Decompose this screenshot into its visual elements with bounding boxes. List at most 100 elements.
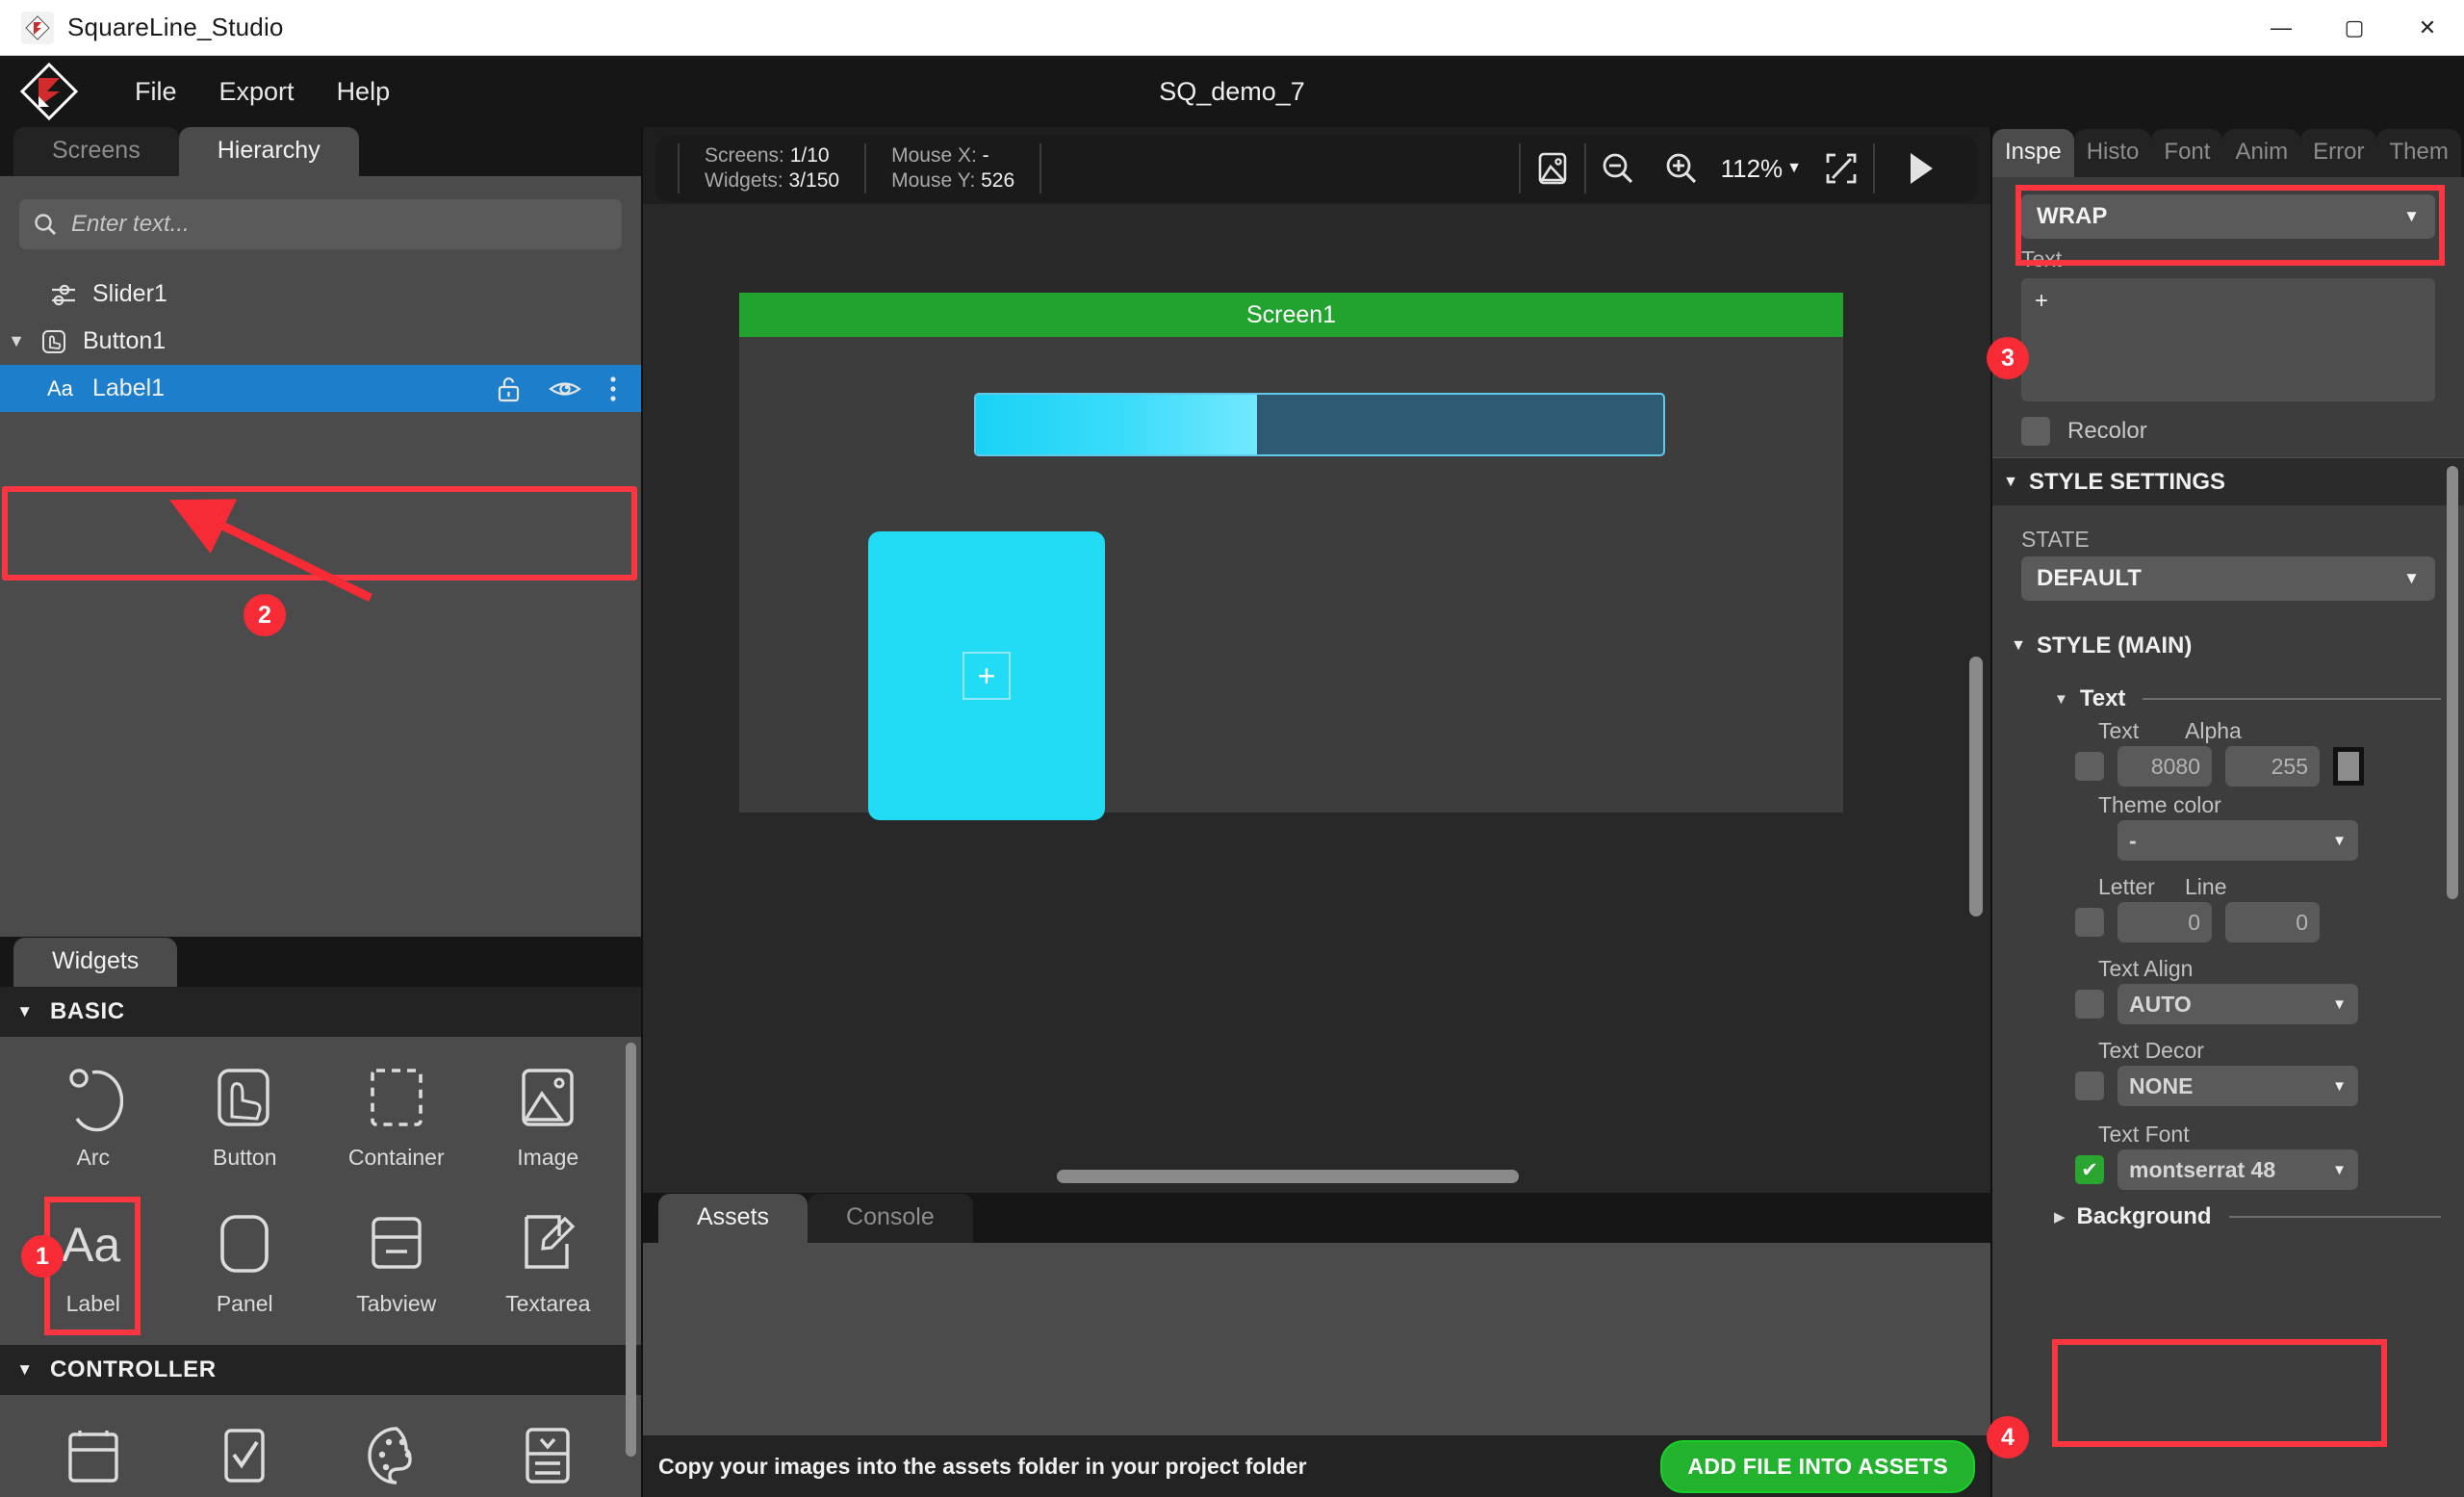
assets-tabstrip: Assets Console (643, 1193, 1990, 1243)
tab-console[interactable]: Console (808, 1194, 973, 1243)
tab-inspector[interactable]: Inspe (1992, 129, 2074, 177)
text-color-checkbox[interactable] (2075, 752, 2104, 781)
background-subsection-header[interactable]: ▶ Background (2054, 1203, 2464, 1230)
widget-item-tabview[interactable]: Tabview (321, 1193, 473, 1339)
chevron-down-icon[interactable]: ▼ (1992, 474, 2029, 491)
tab-hierarchy[interactable]: Hierarchy (178, 127, 359, 176)
menu-item-file[interactable]: File (114, 71, 198, 113)
text-color-swatch[interactable] (2333, 747, 2364, 786)
tree-row-button1[interactable]: ▼ Button1 (0, 318, 641, 365)
inspector-scroll-area[interactable]: WRAP ▼ Text + Recolor ▼ STYLE SETTINGS S… (1992, 177, 2464, 1497)
chevron-down-icon[interactable]: ▼ (0, 331, 33, 351)
line-spacing-input[interactable]: 0 (2225, 902, 2320, 942)
recolor-row[interactable]: Recolor (2021, 417, 2464, 446)
chevron-down-icon[interactable]: ▼ (2000, 637, 2037, 655)
add-file-into-assets-button[interactable]: ADD FILE INTO ASSETS (1660, 1439, 1975, 1493)
canvas-button-label[interactable]: + (962, 652, 1011, 700)
widget-item-calendar[interactable]: Calendar (17, 1405, 169, 1497)
play-icon[interactable] (1875, 135, 1964, 202)
canvas-slider-widget[interactable] (974, 393, 1665, 456)
text-font-checkbox[interactable]: ✔ (2075, 1155, 2104, 1184)
unlock-icon[interactable] (496, 374, 522, 403)
tab-screens[interactable]: Screens (13, 127, 179, 176)
widget-item-checkbox[interactable]: Checkbox (169, 1405, 321, 1497)
long-mode-dropdown[interactable]: WRAP ▼ (2021, 194, 2435, 239)
text-alpha-input[interactable]: 255 (2225, 746, 2320, 787)
tree-row-label1[interactable]: Aa Label1 (0, 365, 641, 412)
letter-line-checkbox[interactable] (2075, 908, 2104, 937)
widgets-tabstrip: Widgets (0, 937, 641, 987)
text-font-dropdown[interactable]: montserrat 48 ▼ (2118, 1149, 2358, 1190)
letter-spacing-input[interactable]: 0 (2118, 902, 2212, 942)
label-icon: Aa (42, 376, 85, 401)
style-settings-header[interactable]: ▼ STYLE SETTINGS (1992, 457, 2464, 505)
recolor-checkbox[interactable] (2021, 417, 2050, 446)
canvas-button-widget[interactable]: + (868, 531, 1105, 820)
search-input[interactable] (71, 211, 608, 238)
text-color-hex-input[interactable]: 8080 (2118, 746, 2212, 787)
widget-item-colorwheel[interactable]: Colorwheel (321, 1405, 473, 1497)
assets-list[interactable] (643, 1243, 1990, 1435)
close-button[interactable]: ✕ (2391, 0, 2464, 55)
text-decor-checkbox[interactable] (2075, 1071, 2104, 1100)
text-subsection-header[interactable]: ▼ Text (2054, 685, 2464, 712)
zoom-out-icon[interactable] (1586, 135, 1650, 202)
canvas-horizontal-scrollbar[interactable] (1057, 1170, 1519, 1183)
style-main-header[interactable]: ▼ STYLE (MAIN) (1992, 622, 2464, 670)
widgets-scrollbar[interactable] (626, 1043, 636, 1457)
more-vertical-icon[interactable] (608, 374, 618, 403)
chevron-down-icon: ▼ (2332, 1077, 2347, 1095)
button-icon (212, 1058, 277, 1139)
state-dropdown[interactable]: DEFAULT ▼ (2021, 556, 2435, 601)
chevron-down-icon[interactable]: ▼ (0, 1360, 50, 1380)
eye-icon[interactable] (549, 377, 581, 400)
design-canvas[interactable]: Screen1 + (643, 204, 1990, 1193)
widget-item-image[interactable]: Image (473, 1046, 625, 1193)
widget-item-textarea[interactable]: Textarea (473, 1193, 625, 1339)
widget-group-basic[interactable]: ▼ BASIC (0, 987, 641, 1037)
chevron-down-icon: ▼ (2403, 207, 2420, 225)
tree-row-slider1[interactable]: Slider1 (0, 271, 641, 318)
inspector-panel: Inspe Histo Font Anim Error Them WRAP ▼ … (1987, 127, 2464, 1497)
widget-item-arc[interactable]: Arc (17, 1046, 169, 1193)
style-main-label: STYLE (MAIN) (2037, 632, 2193, 658)
widget-item-panel[interactable]: Panel (169, 1193, 321, 1339)
text-decor-dropdown[interactable]: NONE ▼ (2118, 1066, 2358, 1106)
tab-widgets[interactable]: Widgets (13, 938, 178, 987)
maximize-button[interactable]: ▢ (2318, 0, 2391, 55)
menu-item-help[interactable]: Help (316, 71, 412, 113)
tab-font[interactable]: Font (2151, 129, 2223, 177)
widget-item-container[interactable]: Container (321, 1046, 473, 1193)
theme-color-row: - ▼ (1992, 820, 2464, 861)
fit-screen-icon[interactable] (1810, 135, 1873, 202)
chevron-down-icon[interactable]: ▼ (2054, 691, 2068, 708)
tab-error[interactable]: Error (2300, 129, 2377, 177)
tab-history[interactable]: Histo (2073, 129, 2152, 177)
search-box[interactable] (19, 199, 622, 249)
zoom-in-icon[interactable] (1650, 135, 1713, 202)
text-align-checkbox[interactable] (2075, 990, 2104, 1019)
widgets-scroll-area[interactable]: ▼ BASIC Arc Button Container Image Aa La… (0, 987, 641, 1497)
tab-theme[interactable]: Them (2376, 129, 2461, 177)
widget-item-dropdown[interactable]: Dropdown (473, 1405, 625, 1497)
chevron-down-icon[interactable]: ▼ (0, 1002, 50, 1021)
text-align-value: AUTO (2129, 991, 2192, 1017)
text-field-input[interactable]: + (2021, 278, 2435, 401)
theme-color-dropdown[interactable]: - ▼ (2118, 820, 2358, 861)
text-font-value: montserrat 48 (2129, 1156, 2276, 1182)
text-align-dropdown[interactable]: AUTO ▼ (2118, 984, 2358, 1024)
widget-group-controller[interactable]: ▼ CONTROLLER (0, 1345, 641, 1395)
mouse-x-label: Mouse X: (891, 144, 977, 167)
menu-item-export[interactable]: Export (198, 71, 316, 113)
inspector-scrollbar[interactable] (2447, 466, 2458, 899)
widget-item-button[interactable]: Button (169, 1046, 321, 1193)
chevron-right-icon[interactable]: ▶ (2054, 1208, 2066, 1226)
chevron-down-icon: ▼ (2403, 569, 2420, 587)
screen-frame[interactable]: Screen1 + (739, 293, 1843, 820)
tab-assets[interactable]: Assets (658, 1194, 808, 1243)
minimize-button[interactable]: — (2245, 0, 2318, 55)
image-preview-icon[interactable] (1521, 135, 1584, 202)
canvas-vertical-scrollbar[interactable] (1969, 657, 1983, 916)
zoom-level-dropdown[interactable]: 112% ▼ (1713, 154, 1810, 184)
tab-animation[interactable]: Anim (2222, 129, 2301, 177)
